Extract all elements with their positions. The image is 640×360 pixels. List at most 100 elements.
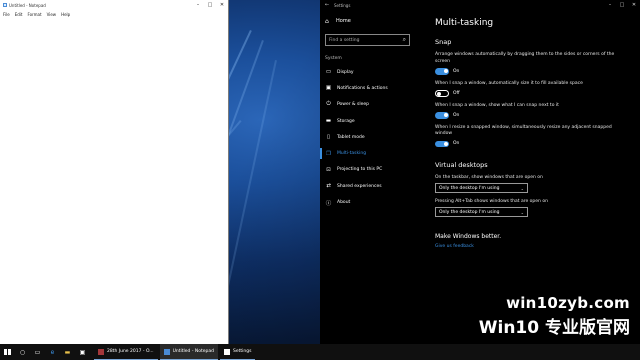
- edge-icon[interactable]: e: [45, 344, 60, 360]
- snap-toggle-row: On: [435, 68, 630, 75]
- settings-titlebar[interactable]: ← Settings – □ ✕: [320, 0, 640, 10]
- snap-option-description: When I snap a window, show what I can sn…: [435, 102, 559, 108]
- sidebar-item-shared[interactable]: ⇄ Shared experiences: [320, 178, 420, 194]
- toggle-knob: [443, 69, 448, 74]
- nav-home-label: Home: [336, 18, 351, 24]
- onenote-icon: [98, 348, 104, 355]
- taskbar-desktops-label: On the taskbar, show windows that are op…: [435, 175, 543, 180]
- store-icon[interactable]: ▣: [75, 344, 90, 360]
- menu-view[interactable]: View: [47, 12, 57, 17]
- windows-logo-icon: [4, 348, 11, 356]
- snap-toggle-switch[interactable]: [435, 90, 449, 97]
- maximize-button[interactable]: □: [204, 0, 216, 10]
- home-icon: ⌂: [325, 17, 329, 25]
- watermark-name: Win10 专业版官网: [478, 318, 630, 338]
- taskbar-task-label: Untitled - Notepad: [172, 349, 215, 354]
- snap-heading: Snap: [435, 38, 452, 46]
- sidebar-item-tablet[interactable]: ▯ Tablet mode: [320, 129, 420, 145]
- taskbar: ○ ▭ e ▬ ▣ 28th June 2017 - O... Untitled …: [0, 344, 640, 360]
- taskbar-task-label: Settings: [233, 349, 252, 354]
- toggle-state-label: On: [453, 112, 460, 118]
- menu-format[interactable]: Format: [27, 12, 41, 17]
- search-input[interactable]: Find a setting ⌕: [325, 34, 410, 46]
- start-button[interactable]: [0, 344, 15, 360]
- storage-icon: ▬: [325, 118, 332, 125]
- sidebar-item-label: Tablet mode: [337, 134, 365, 140]
- about-icon: ⓘ: [325, 200, 332, 207]
- sidebar-item-notifications[interactable]: ▣ Notifications & actions: [320, 80, 420, 96]
- notepad-titlebar[interactable]: Untitled - Notepad – □ ✕: [0, 0, 228, 10]
- cortana-icon[interactable]: ○: [15, 344, 30, 360]
- notepad-title: Untitled - Notepad: [9, 2, 46, 8]
- projecting-icon: ⊡: [326, 166, 331, 173]
- chevron-down-icon: ⌄: [520, 209, 524, 215]
- search-icon: ⌕: [402, 36, 406, 43]
- file-explorer-icon[interactable]: ▬: [60, 344, 75, 360]
- sidebar-item-storage[interactable]: ▬ Storage: [320, 113, 420, 129]
- watermark-site: win10zyb.com: [506, 294, 630, 312]
- shared-icon: ⇄: [326, 183, 331, 190]
- toggle-knob: [443, 113, 448, 118]
- sidebar-item-multitasking[interactable]: ❐ Multi-tasking: [320, 145, 420, 161]
- notepad-menubar: File Edit Format View Help: [0, 10, 228, 18]
- menu-file[interactable]: File: [3, 12, 10, 17]
- snap-toggle-row: Off: [435, 90, 630, 97]
- page-title: Multi-tasking: [435, 18, 494, 28]
- snap-option-description: Arrange windows automatically by draggin…: [435, 52, 615, 64]
- snap-option-description: When I resize a snapped window, simultan…: [435, 124, 612, 137]
- task-view-icon[interactable]: ▭: [30, 344, 45, 360]
- taskbar-task[interactable]: Settings: [220, 344, 256, 360]
- notepad-app-icon: [3, 3, 7, 7]
- sidebar-item-about[interactable]: ⓘ About: [320, 194, 420, 210]
- sidebar-item-label: Storage: [337, 118, 355, 124]
- sidebar-item-label: Multi-tasking: [337, 151, 367, 157]
- alttab-desktops-label: Pressing Alt+Tab shows windows that are …: [435, 199, 548, 204]
- chevron-down-icon: ⌄: [520, 185, 524, 191]
- sidebar-item-label: Power & sleep: [337, 102, 369, 108]
- make-windows-better-heading: Make Windows better.: [435, 233, 502, 240]
- snap-toggle-switch[interactable]: [435, 68, 449, 75]
- taskbar-desktops-dropdown[interactable]: Only the desktop I'm using ⌄: [435, 183, 528, 193]
- minimize-button[interactable]: –: [192, 0, 204, 10]
- snap-option-description: When I snap a window, automatically size…: [435, 80, 583, 86]
- toggle-state-label: On: [453, 68, 460, 74]
- sidebar-item-label: Notifications & actions: [337, 85, 388, 91]
- taskbar-task[interactable]: Untitled - Notepad: [159, 344, 219, 360]
- menu-edit[interactable]: Edit: [15, 12, 23, 17]
- sidebar-item-projecting[interactable]: ⊡ Projecting to this PC: [320, 162, 420, 178]
- give-feedback-link[interactable]: Give us feedback: [435, 244, 630, 249]
- sidebar-item-label: Projecting to this PC: [337, 167, 383, 173]
- nav-home[interactable]: ⌂ Home: [320, 14, 420, 28]
- notepad-text-area[interactable]: [0, 18, 228, 344]
- notifications-icon: ▣: [325, 85, 332, 92]
- settings-content: Multi-tasking Snap Arrange windows autom…: [435, 10, 630, 249]
- maximize-button[interactable]: □: [616, 2, 628, 8]
- dropdown-value: Only the desktop I'm using: [439, 209, 500, 215]
- search-placeholder: Find a setting: [329, 37, 360, 43]
- settings-icon: [224, 348, 231, 355]
- back-arrow-icon[interactable]: ←: [320, 2, 334, 8]
- settings-window: ← Settings – □ ✕ ⌂ Home Find a setting ⌕…: [320, 0, 640, 344]
- snap-toggle-switch[interactable]: [435, 112, 449, 119]
- toggle-knob: [437, 91, 441, 96]
- close-button[interactable]: ✕: [628, 2, 640, 8]
- taskbar-task[interactable]: 28th June 2017 - O...: [94, 344, 158, 360]
- sidebar-item-power[interactable]: ⏻ Power & sleep: [320, 97, 420, 113]
- settings-sidebar: ⌂ Home Find a setting ⌕ System ▭ Display ▣…: [320, 10, 420, 344]
- close-button[interactable]: ✕: [216, 0, 228, 10]
- watermark: win10zyb.com Win10 专业版官网: [479, 294, 630, 338]
- settings-title: Settings: [334, 2, 351, 8]
- dropdown-value: Only the desktop I'm using: [439, 185, 500, 191]
- sidebar-item-label: Display: [337, 69, 354, 75]
- notepad-icon: [163, 348, 170, 355]
- sidebar-item-display[interactable]: ▭ Display: [320, 64, 420, 80]
- alttab-desktops-dropdown[interactable]: Only the desktop I'm using ⌄: [435, 207, 528, 217]
- minimize-button[interactable]: –: [604, 2, 616, 8]
- notepad-window: Untitled - Notepad – □ ✕ File Edit Forma…: [0, 0, 229, 344]
- tablet-icon: ▯: [326, 134, 331, 141]
- display-icon: ▭: [325, 69, 332, 76]
- snap-toggle-row: On: [435, 112, 630, 119]
- toggle-state-label: Off: [453, 90, 460, 96]
- snap-toggle-switch[interactable]: [435, 140, 449, 147]
- menu-help[interactable]: Help: [61, 12, 70, 17]
